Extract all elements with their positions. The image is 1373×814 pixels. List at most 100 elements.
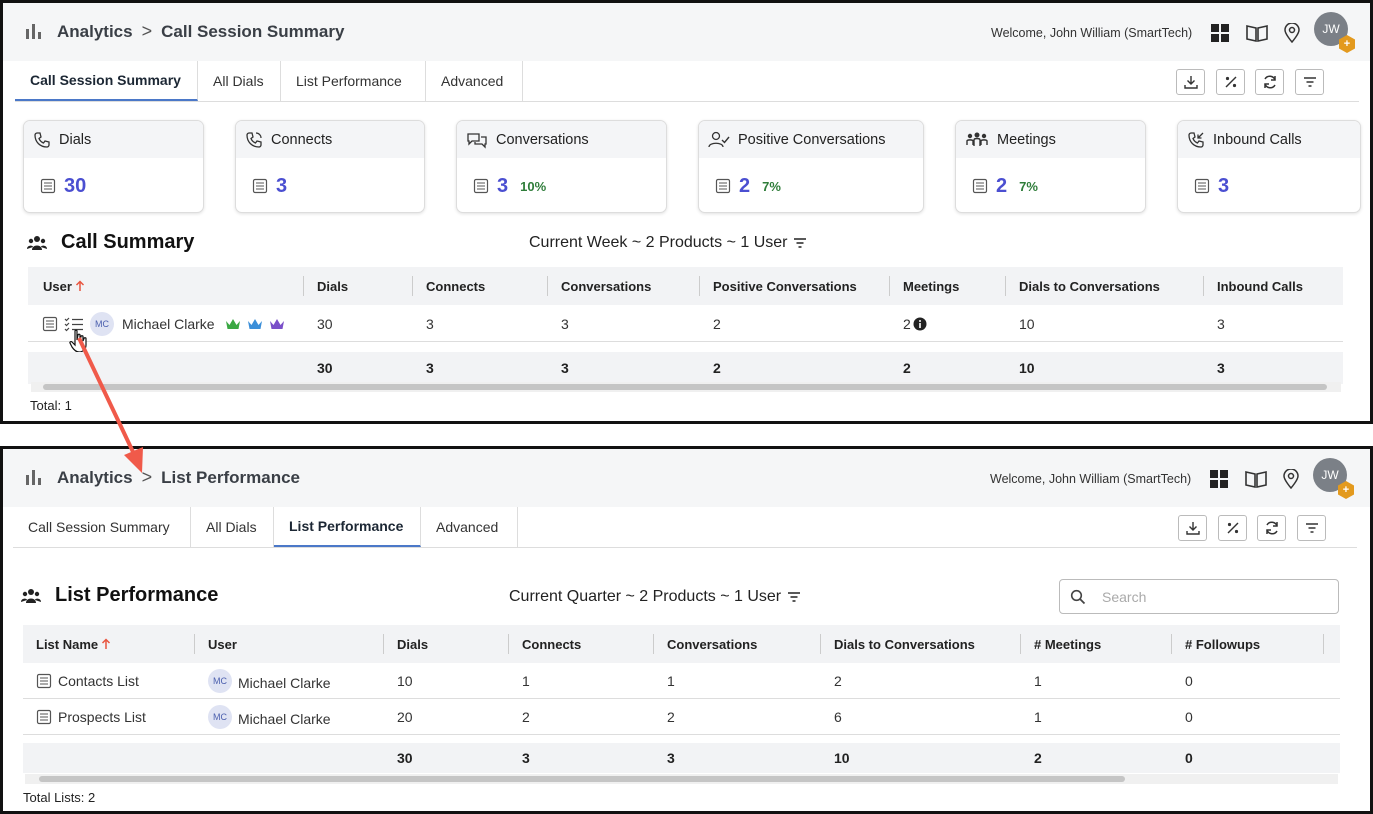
location-pin-icon[interactable] <box>1281 469 1301 489</box>
search-icon <box>1070 589 1086 604</box>
inbound-calls-card-label: Inbound Calls <box>1213 131 1302 148</box>
scrollbar-thumb[interactable] <box>43 384 1327 390</box>
tab-all-dials[interactable]: All Dials <box>191 507 274 547</box>
sort-ascending-icon[interactable] <box>101 638 111 650</box>
horizontal-scrollbar[interactable] <box>31 382 1341 392</box>
total-dials-to-conversations: 10 <box>1019 360 1035 376</box>
tab-list-performance[interactable]: List Performance <box>281 61 426 101</box>
list-name[interactable]: Prospects List <box>58 709 146 725</box>
column-header-meetings[interactable]: Meetings <box>903 267 959 305</box>
percent-toggle-button[interactable] <box>1218 515 1247 541</box>
column-header-dials-to-conversations[interactable]: Dials to Conversations <box>1019 267 1160 305</box>
section-title-text: List Performance <box>55 584 219 606</box>
filter-icon[interactable] <box>787 591 801 603</box>
refresh-button[interactable] <box>1257 515 1286 541</box>
scrollbar-thumb[interactable] <box>39 776 1125 782</box>
apps-grid-icon[interactable] <box>1209 469 1229 489</box>
column-header-followups[interactable]: # Followups <box>1185 625 1260 663</box>
refresh-button[interactable] <box>1255 69 1284 95</box>
users-icon <box>21 588 41 603</box>
percent-toggle-button[interactable] <box>1216 69 1245 95</box>
user-name: Michael Clarke <box>238 675 331 691</box>
breadcrumb-root[interactable]: Analytics <box>57 22 133 42</box>
connects-card-label: Connects <box>271 131 333 148</box>
connects-card[interactable]: Connects 3 <box>235 120 425 213</box>
table-header: List Name User Dials Connects Conversati… <box>23 625 1340 663</box>
cell-dials: 30 <box>317 316 333 332</box>
breadcrumb-current: List Performance <box>161 467 300 487</box>
book-icon[interactable] <box>1245 23 1269 43</box>
cell-followups: 0 <box>1185 673 1193 689</box>
list-details-icon[interactable] <box>40 178 56 194</box>
column-header-user[interactable]: User <box>208 625 237 663</box>
filter-summary[interactable]: Current Quarter ~ 2 Products ~ 1 User <box>509 588 801 606</box>
filter-icon[interactable] <box>793 237 807 249</box>
filter-summary[interactable]: Current Week ~ 2 Products ~ 1 User <box>529 234 807 252</box>
column-header-meetings[interactable]: # Meetings <box>1034 625 1101 663</box>
list-details-icon[interactable] <box>972 178 988 194</box>
cell-dials: 20 <box>397 709 413 725</box>
table-row[interactable]: Contacts List MC Michael Clarke 10 1 1 2… <box>23 663 1340 699</box>
apps-grid-icon[interactable] <box>1210 23 1230 43</box>
column-header-dials-to-conversations[interactable]: Dials to Conversations <box>834 625 975 663</box>
filter-button[interactable] <box>1295 69 1324 95</box>
refresh-icon <box>1263 75 1276 89</box>
table-row[interactable]: Prospects List MC Michael Clarke 20 2 2 … <box>23 699 1340 735</box>
column-header-connects[interactable]: Connects <box>426 267 485 305</box>
dials-card-value: 30 <box>64 174 87 197</box>
column-header-user[interactable]: User <box>43 267 85 305</box>
column-header-positive-conversations[interactable]: Positive Conversations <box>713 267 857 305</box>
download-icon <box>1185 522 1200 535</box>
positive-conversations-card-label: Positive Conversations <box>738 131 886 148</box>
inbound-call-icon <box>1188 131 1204 148</box>
welcome-text: Welcome, John William (SmartTech) <box>990 472 1192 486</box>
column-header-list-name[interactable]: List Name <box>36 625 111 663</box>
list-name[interactable]: Contacts List <box>58 673 139 689</box>
list-icon <box>36 709 52 725</box>
table-header: User Dials Connects Conversations Positi… <box>28 267 1343 305</box>
horizontal-scrollbar[interactable] <box>25 774 1338 784</box>
column-header-conversations[interactable]: Conversations <box>561 267 651 305</box>
tab-call-session-summary[interactable]: Call Session Summary <box>13 507 191 547</box>
book-icon[interactable] <box>1244 469 1268 489</box>
cell-conversations: 3 <box>561 316 569 332</box>
column-header-connects[interactable]: Connects <box>522 625 581 663</box>
tab-advanced[interactable]: Advanced <box>426 61 523 101</box>
list-details-icon[interactable] <box>252 178 268 194</box>
conversations-card-label: Conversations <box>496 131 589 148</box>
download-button[interactable] <box>1176 69 1205 95</box>
list-details-icon[interactable] <box>715 178 731 194</box>
section-title: List Performance <box>21 584 218 607</box>
list-details-icon[interactable] <box>42 316 58 332</box>
table-row[interactable]: MC Michael Clarke 30 3 3 2 2 10 3 <box>28 306 1343 342</box>
info-icon[interactable] <box>913 317 927 331</box>
crown-icon <box>225 319 240 329</box>
list-details-icon[interactable] <box>1194 178 1210 194</box>
meetings-card[interactable]: Meetings 2 7% <box>955 120 1146 213</box>
column-header-conversations[interactable]: Conversations <box>667 625 757 663</box>
column-header-dials[interactable]: Dials <box>317 267 348 305</box>
search-input[interactable]: Search <box>1059 579 1339 614</box>
conversations-card[interactable]: Conversations 3 10% <box>456 120 667 213</box>
total-connects: 3 <box>426 360 434 376</box>
tab-all-dials[interactable]: All Dials <box>198 61 281 101</box>
list-details-icon[interactable] <box>473 178 489 194</box>
tab-call-session-summary[interactable]: Call Session Summary <box>15 61 198 101</box>
positive-conversations-card[interactable]: Positive Conversations 2 7% <box>698 120 924 213</box>
cell-positive-conversations: 2 <box>713 316 721 332</box>
dials-card[interactable]: Dials 30 <box>23 120 204 213</box>
download-button[interactable] <box>1178 515 1207 541</box>
sort-ascending-icon[interactable] <box>75 280 85 292</box>
tab-bar: Call Session Summary All Dials List Perf… <box>15 61 1359 102</box>
cell-connects: 2 <box>522 709 530 725</box>
inbound-calls-card[interactable]: Inbound Calls 3 <box>1177 120 1361 213</box>
filter-button[interactable] <box>1297 515 1326 541</box>
cell-dials-to-conversations: 10 <box>1019 316 1035 332</box>
column-header-inbound-calls[interactable]: Inbound Calls <box>1217 267 1303 305</box>
column-header-dials[interactable]: Dials <box>397 625 428 663</box>
tab-list-performance[interactable]: List Performance <box>274 507 421 547</box>
location-pin-icon[interactable] <box>1282 23 1302 43</box>
tab-advanced[interactable]: Advanced <box>421 507 518 547</box>
total-inbound-calls: 3 <box>1217 360 1225 376</box>
header-bar: Analytics > Call Session Summary Welcome… <box>3 3 1370 61</box>
